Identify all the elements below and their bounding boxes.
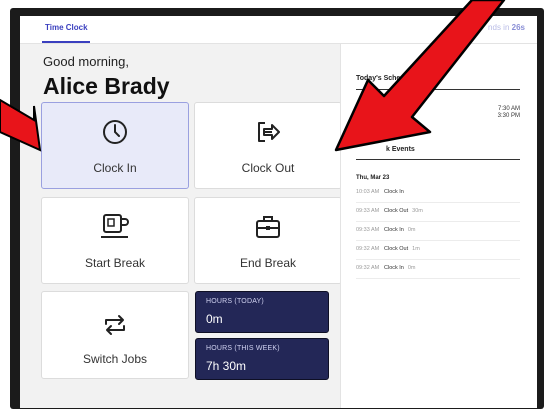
session-seconds: 26s (511, 23, 525, 32)
event-row: 10:03 AM Clock In (356, 185, 520, 203)
end-break-label: End Break (239, 256, 297, 270)
event-action: Clock In (384, 189, 408, 195)
employee-name: Alice Brady (43, 73, 170, 99)
schedule-divider (356, 89, 520, 90)
event-row: 09:33 AM Clock Out 30m (356, 204, 520, 222)
schedule-end-time: 3:30 PM (497, 113, 520, 119)
event-action-label: Clock In (384, 189, 404, 195)
hours-week-label: HOURS (THIS WEEK) (206, 345, 280, 352)
greeting-text: Good morning, (43, 54, 129, 69)
switch-jobs-label: Switch Jobs (82, 352, 148, 366)
hours-week-card: HOURS (THIS WEEK) 7h 30m (195, 338, 329, 380)
hours-today-card: HOURS (TODAY) 0m (195, 291, 329, 333)
clock-icon (42, 117, 188, 147)
tab-time-clock[interactable]: Time Clock (45, 23, 88, 32)
hours-week-value: 7h 30m (206, 359, 247, 373)
event-row: 09:33 AM Clock In 0m (356, 223, 520, 241)
event-duration: 0m (407, 265, 416, 271)
event-action: Clock In 0m (384, 227, 416, 233)
active-tab-indicator (42, 41, 90, 43)
clock-out-button[interactable]: Clock Out (194, 102, 342, 189)
event-time: 09:33 AM (356, 208, 380, 214)
event-duration: 0m (407, 227, 416, 233)
schedule-title: Today's Schedule (356, 75, 415, 82)
events-day: Thu, Mar 23 (356, 175, 390, 181)
briefcase-icon (195, 212, 341, 242)
event-duration: 30m (412, 208, 423, 214)
clock-out-label: Clock Out (241, 161, 295, 175)
schedule-start-time: 7:30 AM (497, 106, 520, 112)
events-title: k Events (386, 146, 415, 153)
event-time: 09:32 AM (356, 246, 380, 252)
app-screen: Time Clock Se nds in 26s Good morning, Al… (20, 16, 537, 408)
event-duration: 1m (412, 246, 420, 252)
top-bar: Time Clock Se nds in 26s (20, 16, 537, 44)
start-break-label: Start Break (84, 256, 146, 270)
screenshot-frame: Time Clock Se nds in 26s Good morning, Al… (0, 0, 548, 411)
schedule-role: Custodian (356, 106, 386, 112)
switch-jobs-button[interactable]: Switch Jobs (41, 291, 189, 379)
event-action: Clock In 0m (384, 265, 416, 271)
event-action-label: Clock Out (384, 208, 409, 214)
event-action-label: Clock Out (384, 246, 409, 252)
info-sidebar: Today's Schedule Custodian Park Elementa… (340, 44, 537, 408)
event-time: 10:03 AM (356, 189, 380, 195)
coffee-cup-icon (42, 212, 188, 242)
events-divider (356, 159, 520, 160)
event-action: Clock Out 30m (384, 208, 423, 214)
hours-today-label: HOURS (TODAY) (206, 298, 264, 305)
event-action-label: Clock In (384, 265, 404, 271)
event-row: 09:32 AM Clock In 0m (356, 261, 520, 279)
session-prefix: Se (452, 23, 463, 32)
schedule-location: Park Elementary (356, 113, 401, 119)
clock-in-button[interactable]: Clock In (41, 102, 189, 189)
event-row: 09:32 AM Clock Out 1m (356, 242, 520, 260)
logout-icon (195, 117, 341, 147)
clock-in-label: Clock In (93, 161, 137, 175)
hours-today-value: 0m (206, 312, 223, 326)
event-time: 09:33 AM (356, 227, 380, 233)
event-action: Clock Out 1m (384, 246, 420, 252)
session-timeout-notice: Se nds in 26s (452, 23, 525, 32)
start-break-button[interactable]: Start Break (41, 197, 189, 284)
event-time: 09:32 AM (356, 265, 380, 271)
session-mid: nds in (488, 23, 510, 32)
end-break-button[interactable]: End Break (194, 197, 342, 284)
switch-arrows-icon (42, 310, 188, 340)
event-action-label: Clock In (384, 227, 404, 233)
